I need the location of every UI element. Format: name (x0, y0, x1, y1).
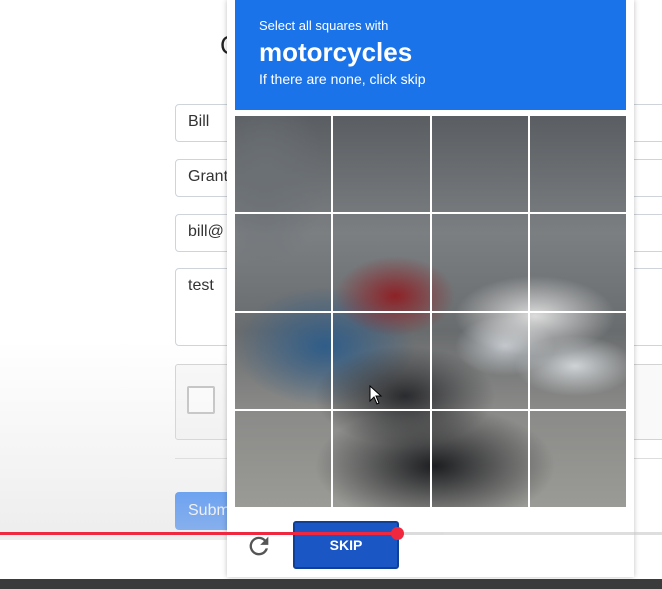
captcha-challenge-popup: Select all squares with motorcycles If t… (227, 0, 634, 577)
recaptcha-checkbox[interactable] (187, 386, 215, 414)
captcha-tile[interactable] (529, 116, 626, 213)
challenge-controls (227, 520, 634, 575)
captcha-tile[interactable] (431, 410, 528, 507)
captcha-tile[interactable] (235, 214, 332, 311)
video-controls-bar (0, 579, 662, 589)
captcha-tile[interactable] (529, 410, 626, 507)
captcha-tile[interactable] (235, 312, 332, 409)
captcha-tile[interactable] (431, 214, 528, 311)
challenge-target: motorcycles (259, 37, 413, 67)
reload-icon[interactable] (245, 532, 273, 560)
captcha-tile[interactable] (431, 116, 528, 213)
captcha-tile[interactable] (529, 312, 626, 409)
captcha-tile[interactable] (333, 214, 430, 311)
mouse-cursor-icon (369, 385, 383, 405)
captcha-tile[interactable] (529, 214, 626, 311)
captcha-tile[interactable] (235, 410, 332, 507)
captcha-tile[interactable] (333, 116, 430, 213)
video-progress-bar (0, 532, 398, 535)
captcha-tile[interactable] (431, 312, 528, 409)
captcha-tile[interactable] (333, 410, 430, 507)
skip-button[interactable]: SKIP (293, 521, 399, 569)
captcha-tile[interactable] (235, 116, 332, 213)
challenge-header: Select all squares with motorcycles If t… (235, 0, 626, 110)
challenge-image-grid (235, 116, 626, 507)
challenge-hint: If there are none, click skip (259, 71, 426, 87)
challenge-instruction: Select all squares with (259, 18, 389, 33)
